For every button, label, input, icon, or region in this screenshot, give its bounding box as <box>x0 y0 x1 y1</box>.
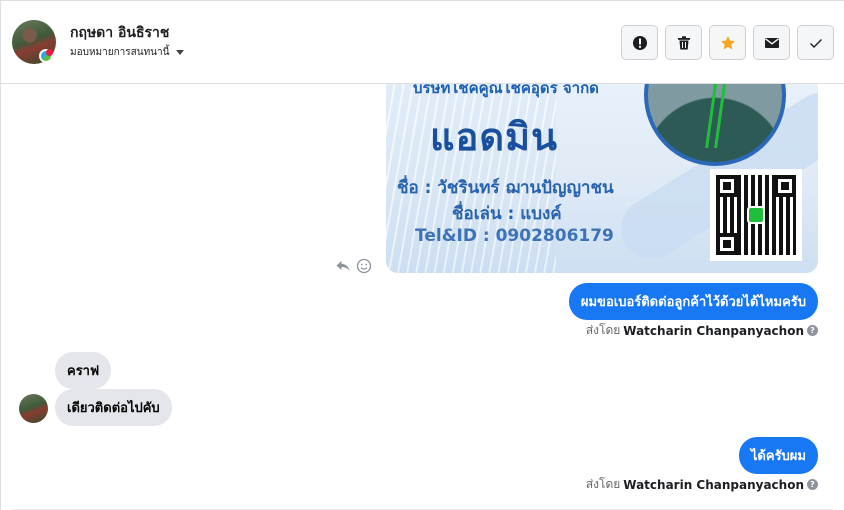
card-nickname-line: ชื่อเล่น : แบงค์ <box>452 204 562 224</box>
check-icon <box>809 38 822 48</box>
sent-by-label: ส่งโดย Watcharin Chanpanyachon ? <box>586 475 818 494</box>
spam-button[interactable] <box>621 25 658 60</box>
incoming-message[interactable]: เดียวติดต่อไปคับ <box>55 389 172 426</box>
contact-name[interactable]: กฤษดา อินธิราช <box>70 22 169 44</box>
qr-code <box>710 169 802 261</box>
smiley-icon[interactable] <box>356 258 372 274</box>
lanyard <box>705 84 727 148</box>
exclamation-icon <box>632 35 647 50</box>
header-actions <box>621 25 834 60</box>
card-role: แอดมิน <box>430 115 559 159</box>
caret-down-icon <box>176 50 185 55</box>
message-thread: บริษัทโชคคูณโชคอุดร จำกัด แอดมิน ชื่อ : … <box>1 84 844 510</box>
outgoing-message[interactable]: ได้ครับผม <box>738 437 818 474</box>
star-icon <box>720 35 735 49</box>
assign-conversation-dropdown[interactable]: มอบหมายการสนทนานี้ <box>70 45 185 60</box>
sent-by-prefix: ส่งโดย <box>585 477 621 491</box>
reply-icon[interactable] <box>335 258 351 274</box>
contact-avatar-small[interactable] <box>19 394 48 423</box>
mark-unread-button[interactable] <box>753 25 790 60</box>
heart-icon <box>46 49 53 56</box>
sent-by-prefix: ส่งโดย <box>585 323 621 337</box>
qr-finder <box>774 175 796 197</box>
star-button[interactable] <box>709 25 746 60</box>
qr-finder <box>716 175 738 197</box>
assign-label: มอบหมายการสนทนานี้ <box>70 47 170 58</box>
sender-name[interactable]: Watcharin Chanpanyachon <box>623 478 804 492</box>
conversation-header: กฤษดา อินธิราช มอบหมายการสนทนานี้ <box>1 1 844 84</box>
delete-button[interactable] <box>665 25 702 60</box>
envelope-icon <box>764 37 779 48</box>
help-icon[interactable]: ? <box>807 325 818 336</box>
trash-icon <box>677 35 690 49</box>
message-actions <box>335 258 372 274</box>
qr-pattern <box>716 175 796 255</box>
help-icon[interactable]: ? <box>807 479 818 490</box>
card-company: บริษัทโชคคูณโชคอุดร จำกัด <box>413 84 599 97</box>
line-logo-icon <box>747 206 765 224</box>
incoming-message[interactable]: คราฟ <box>55 352 112 389</box>
card-name-line: ชื่อ : วัชรินทร์ ฌานปัญญาชน <box>397 178 614 198</box>
inbox-conversation: กฤษดา อินธิราช มอบหมายการสนทนานี้ บริษัท… <box>0 0 844 510</box>
card-tel-line: Tel&ID : 0902806179 <box>415 226 614 246</box>
outgoing-message[interactable]: ผมขอเบอร์ติดต่อลูกค้าไว้ด้วยได้ไหมครับ <box>568 283 818 320</box>
done-button[interactable] <box>797 25 834 60</box>
business-card-image[interactable]: บริษัทโชคคูณโชคอุดร จำกัด แอดมิน ชื่อ : … <box>386 84 818 273</box>
sender-name[interactable]: Watcharin Chanpanyachon <box>623 324 804 338</box>
platform-badge-icon <box>39 49 53 63</box>
qr-finder <box>716 233 738 255</box>
sent-by-label: ส่งโดย Watcharin Chanpanyachon ? <box>586 321 818 340</box>
